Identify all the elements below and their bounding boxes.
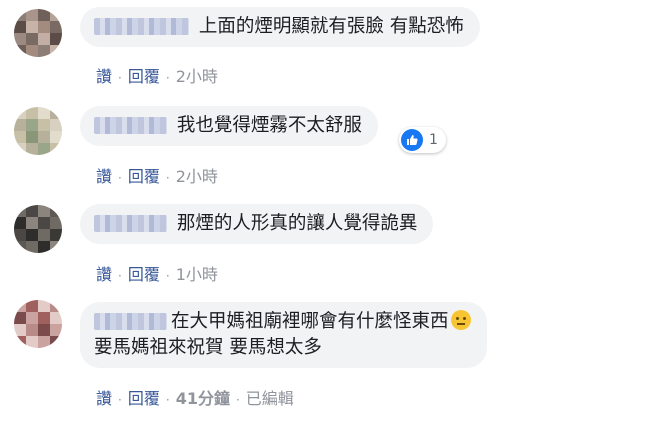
reaction-summary[interactable]: 1 <box>399 127 446 153</box>
avatar[interactable] <box>14 9 62 57</box>
comment-actions: 讚 · 回覆 · 41分鐘 · 已編輯 <box>96 385 294 409</box>
comment-text: 我也覺得煙霧不太舒服 <box>176 115 362 136</box>
timestamp[interactable]: 1小時 <box>176 265 218 284</box>
separator: · <box>118 393 122 407</box>
like-link[interactable]: 讚 <box>96 167 112 186</box>
comment-bubble: 上面的煙明顯就有張臉 有點恐怖 <box>80 7 480 47</box>
comment-actions: 讚 · 回覆 · 2小時 <box>96 63 218 87</box>
author-name-blurred[interactable] <box>94 18 189 35</box>
reaction-count: 1 <box>429 132 438 148</box>
comment-actions: 讚 · 回覆 · 2小時 <box>96 163 218 187</box>
separator: · <box>165 71 170 85</box>
comment-text: 那煙的人形真的讓人覺得詭異 <box>176 213 418 234</box>
avatar[interactable] <box>14 205 62 253</box>
comment-bubble: 在大甲媽祖廟裡哪會有什麼怪東西 要馬媽祖來祝賀 要馬想太多 <box>80 302 487 368</box>
author-name-blurred[interactable] <box>94 215 167 232</box>
comment-text-line-2: 要馬媽祖來祝賀 要馬想太多 <box>94 337 322 358</box>
separator: · <box>165 393 170 407</box>
separator: · <box>165 269 170 283</box>
reply-link[interactable]: 回覆 <box>128 389 160 408</box>
timestamp[interactable]: 41分鐘 <box>176 389 230 408</box>
like-link[interactable]: 讚 <box>96 389 112 408</box>
comment-bubble: 我也覺得煙霧不太舒服 <box>80 106 378 146</box>
avatar[interactable] <box>14 107 62 155</box>
like-link[interactable]: 讚 <box>96 67 112 86</box>
edited-label[interactable]: 已編輯 <box>246 389 294 408</box>
separator: · <box>118 71 122 85</box>
comment-text-line-1: 在大甲媽祖廟裡哪會有什麼怪東西 <box>171 311 449 332</box>
separator: · <box>118 171 122 185</box>
reply-link[interactable]: 回覆 <box>128 167 160 186</box>
comment-actions: 讚 · 回覆 · 1小時 <box>96 261 218 285</box>
like-icon <box>401 129 423 151</box>
neutral-face-emoji <box>450 310 471 330</box>
comment-text: 上面的煙明顯就有張臉 有點恐怖 <box>198 16 464 37</box>
separator: · <box>235 393 240 407</box>
author-name-blurred[interactable] <box>94 313 167 330</box>
avatar[interactable] <box>14 300 62 348</box>
timestamp[interactable]: 2小時 <box>176 167 218 186</box>
separator: · <box>165 171 170 185</box>
like-link[interactable]: 讚 <box>96 265 112 284</box>
comment-bubble: 那煙的人形真的讓人覺得詭異 <box>80 204 434 244</box>
author-name-blurred[interactable] <box>94 117 167 134</box>
separator: · <box>118 269 122 283</box>
reply-link[interactable]: 回覆 <box>128 265 160 284</box>
reply-link[interactable]: 回覆 <box>128 67 160 86</box>
timestamp[interactable]: 2小時 <box>176 67 218 86</box>
